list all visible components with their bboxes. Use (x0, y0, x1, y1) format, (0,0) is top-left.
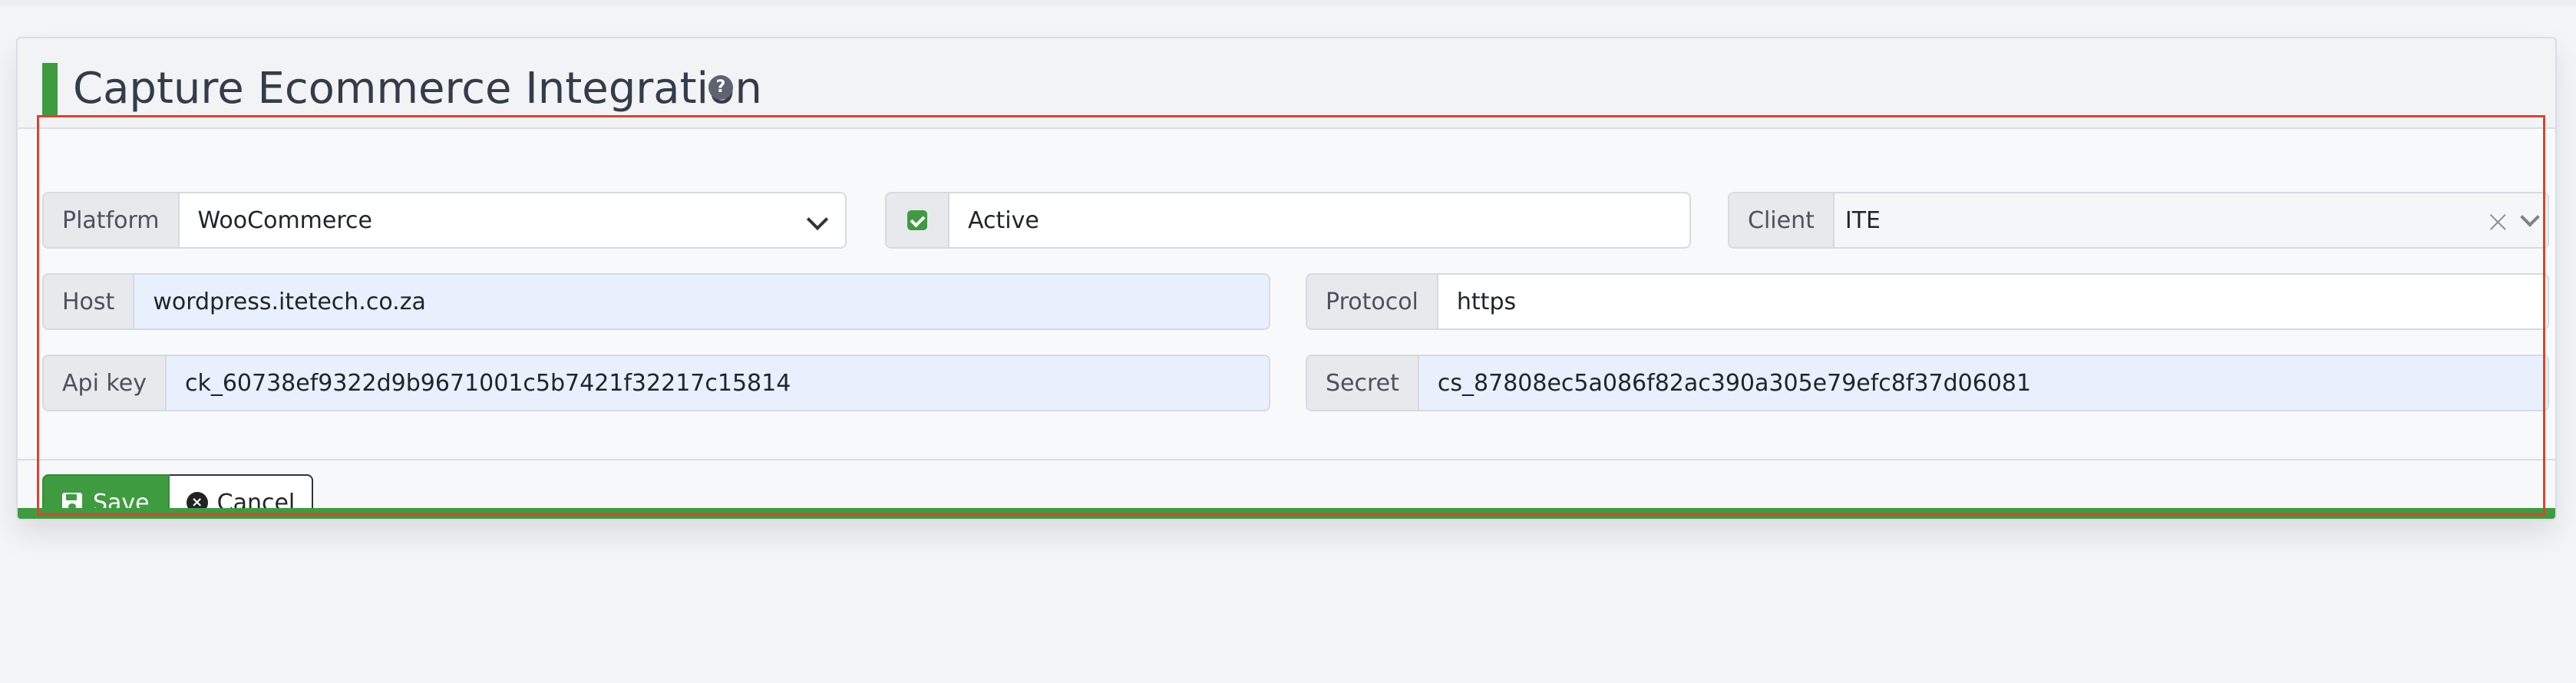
panel-bottom-accent (18, 508, 2555, 519)
checkbox-checked-icon[interactable] (907, 210, 927, 230)
secret-input[interactable]: cs_87808ec5a086f82ac390a305e79efc8f37d06… (1418, 356, 2548, 410)
host-input[interactable]: wordpress.itetech.co.za (134, 275, 1269, 328)
platform-group: Platform WooCommerce (42, 192, 847, 249)
panel-header: Capture Ecommerce Integration ? (18, 38, 2555, 129)
secret-label: Secret (1307, 356, 1419, 410)
form-body: Platform WooCommerce Active Client ITE × (18, 130, 2555, 460)
title-accent-bar (42, 63, 58, 117)
active-group: Active (885, 192, 1691, 249)
page-title: Capture Ecommerce Integration (73, 64, 762, 114)
client-label: Client (1729, 193, 1835, 247)
api-key-group: Api key ck_60738ef9322d9b9671001c5b7421f… (42, 355, 1270, 411)
help-icon[interactable]: ? (708, 75, 733, 100)
platform-select[interactable]: WooCommerce (180, 193, 845, 247)
host-group: Host wordpress.itetech.co.za (42, 273, 1270, 330)
platform-value: WooCommerce (197, 206, 372, 234)
secret-group: Secret cs_87808ec5a086f82ac390a305e79efc… (1306, 355, 2549, 411)
platform-label: Platform (44, 193, 180, 247)
top-strip (0, 0, 2576, 6)
active-field: Active (949, 193, 1689, 247)
close-icon[interactable]: × (2485, 204, 2511, 239)
client-select[interactable]: ITE × (1834, 193, 2548, 247)
client-value: ITE (1844, 206, 1881, 234)
chevron-down-icon (806, 208, 829, 231)
active-checkbox-addon[interactable] (887, 193, 949, 247)
client-group: Client ITE × (1728, 192, 2549, 249)
api-key-input[interactable]: ck_60738ef9322d9b9671001c5b7421f32217c15… (166, 356, 1269, 410)
api-key-label: Api key (44, 356, 167, 410)
protocol-group: Protocol https (1306, 273, 2549, 330)
protocol-label: Protocol (1307, 275, 1438, 328)
chevron-down-icon[interactable] (2520, 207, 2540, 227)
integration-panel: Capture Ecommerce Integration ? Platform… (16, 37, 2557, 520)
host-label: Host (44, 275, 135, 328)
active-label: Active (968, 206, 1039, 234)
protocol-input[interactable]: https (1438, 275, 2548, 328)
